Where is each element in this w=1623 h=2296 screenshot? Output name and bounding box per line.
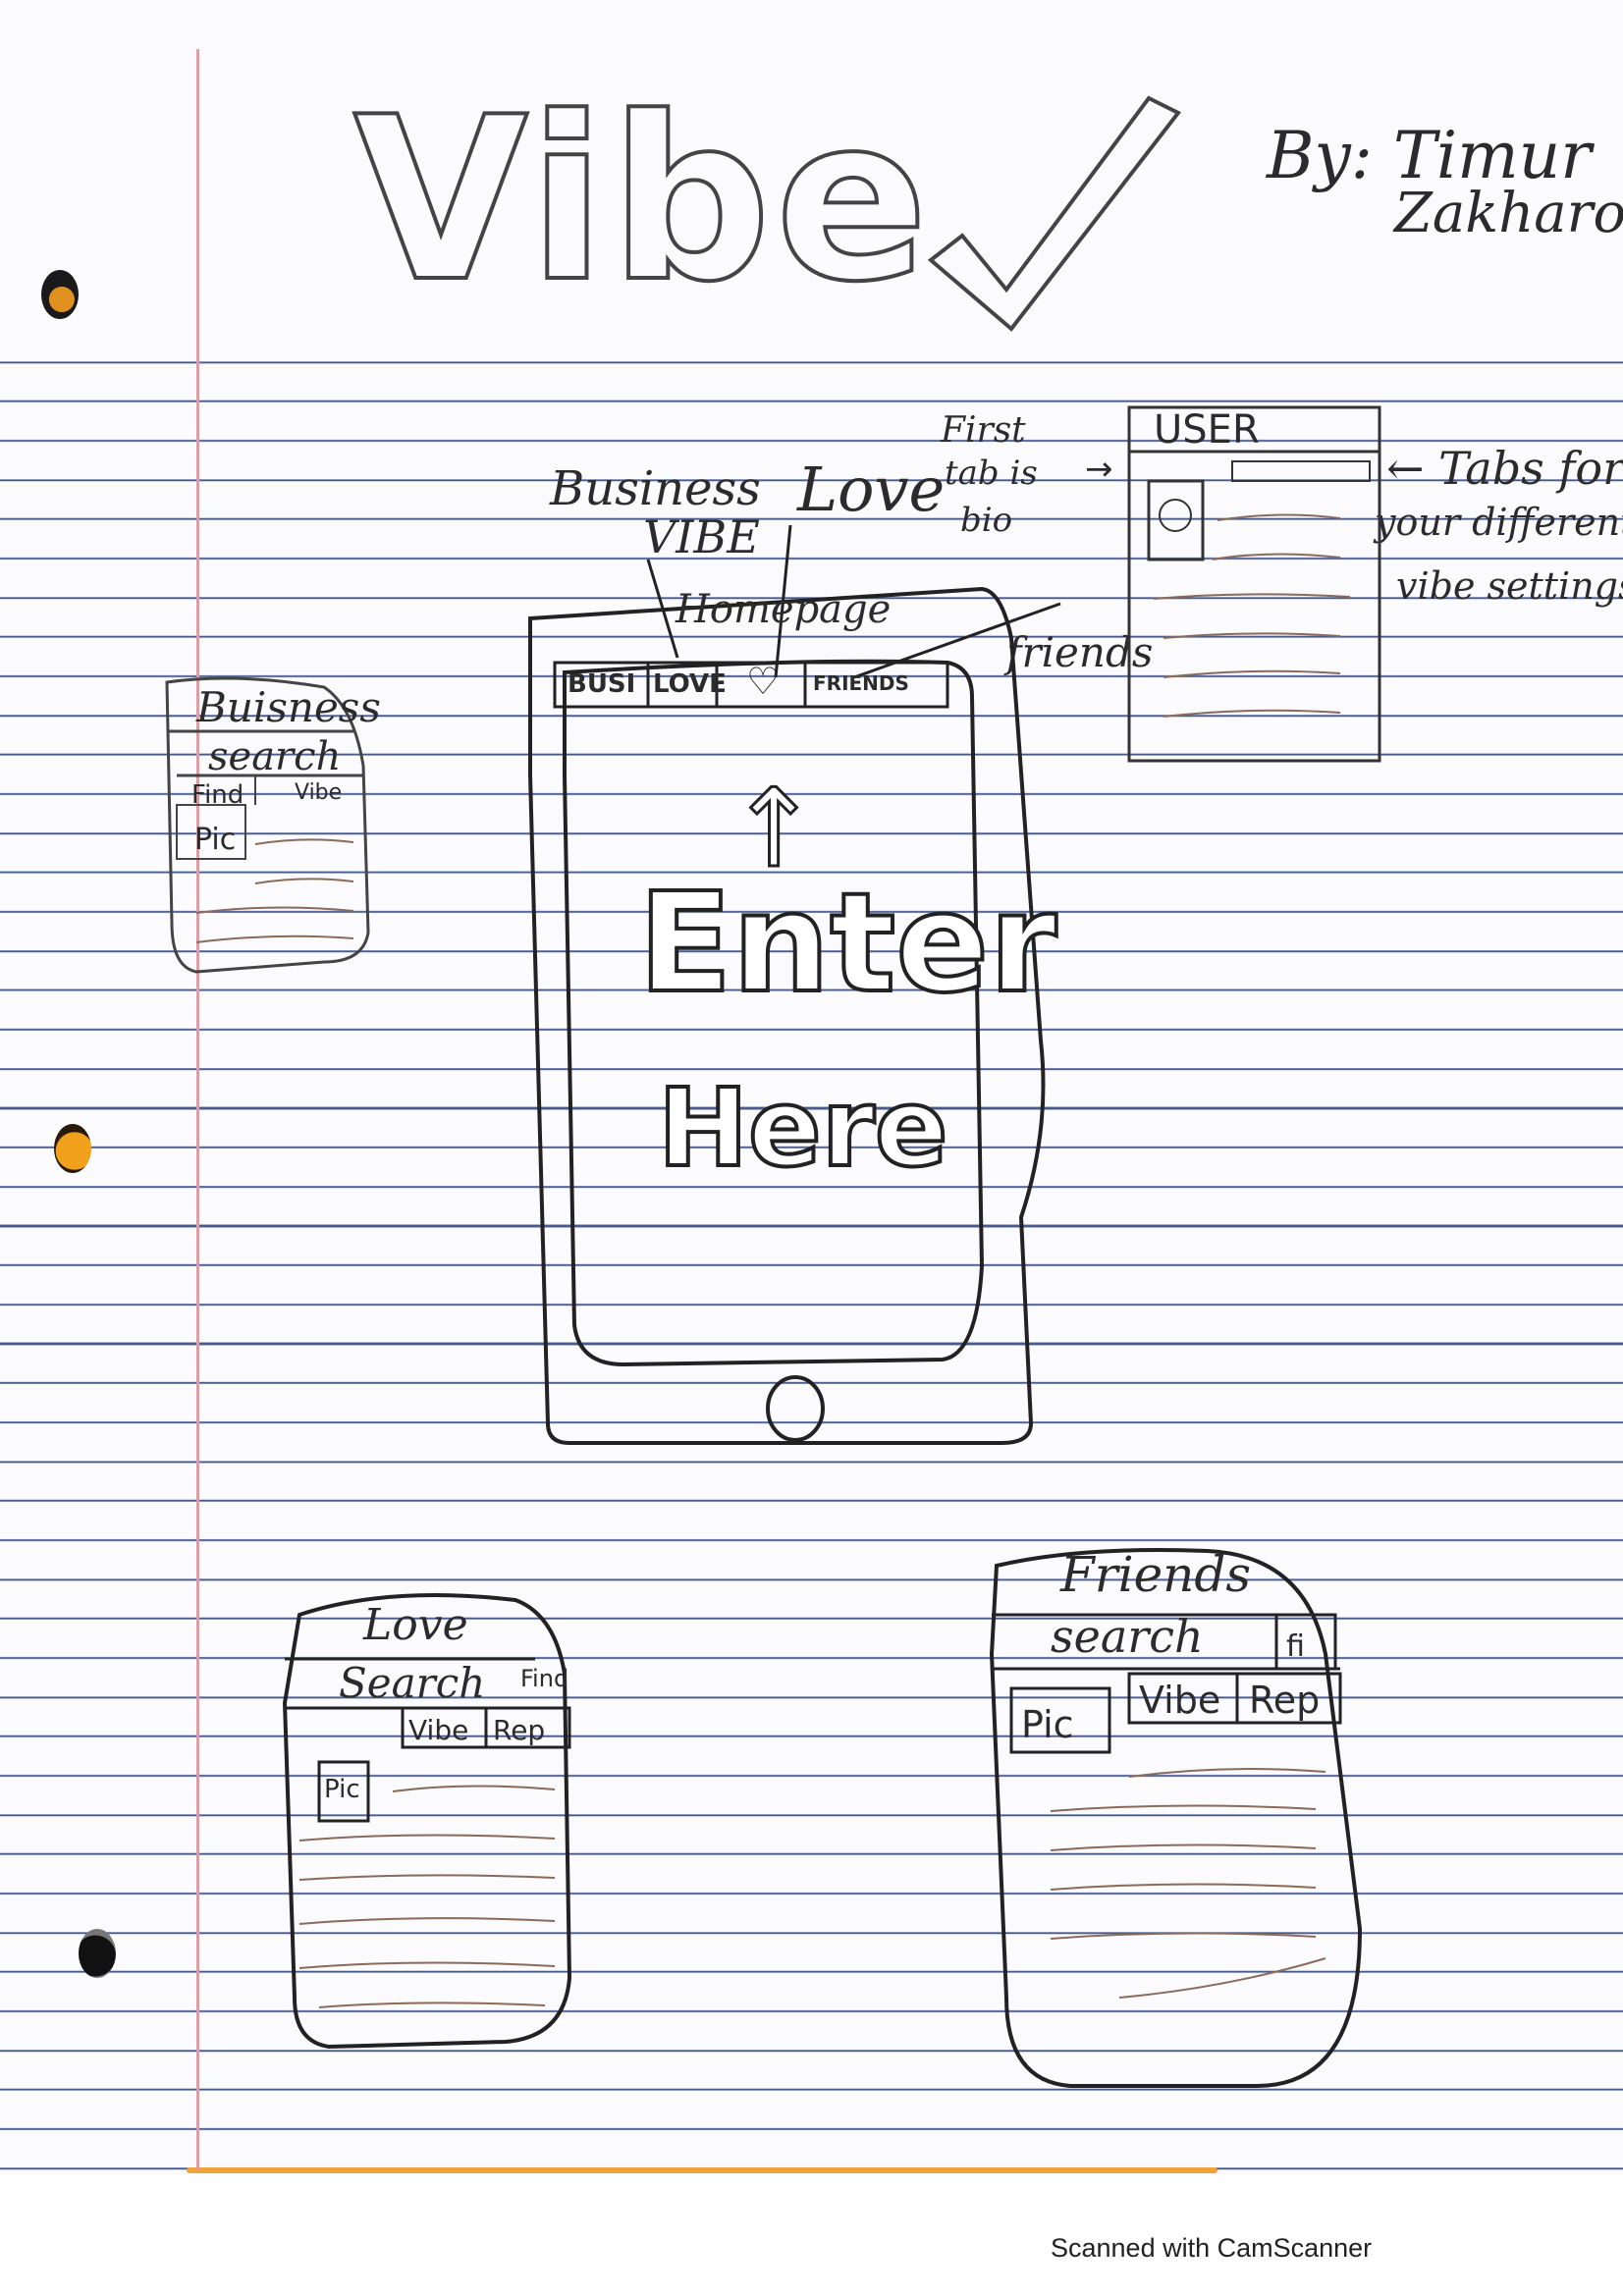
- business-card-pic: Pic: [194, 823, 237, 857]
- friends-card-title: Friends: [1060, 1546, 1252, 1603]
- business-card-title: Buisness: [196, 683, 381, 731]
- tab-love[interactable]: LOVE: [653, 669, 727, 699]
- love-card: [282, 1593, 572, 2050]
- friends-card-vibe[interactable]: Vibe: [1139, 1679, 1220, 1722]
- love-card-vibe[interactable]: Vibe: [408, 1714, 468, 1746]
- friends-card-rep[interactable]: Rep: [1249, 1679, 1320, 1722]
- friends-card-search[interactable]: search: [1051, 1610, 1204, 1663]
- love-card-title: Love: [363, 1600, 468, 1650]
- love-card-rep[interactable]: Rep: [493, 1714, 545, 1746]
- user-card: [1127, 405, 1381, 763]
- business-card-find[interactable]: Find: [191, 780, 243, 810]
- tab-heart[interactable]: ♡: [746, 660, 780, 703]
- love-card-search[interactable]: Search: [339, 1659, 485, 1707]
- scan-caption: Scanned with CamScanner: [1051, 2233, 1373, 2263]
- tab-friends[interactable]: FRIENDS: [813, 671, 909, 695]
- user-card-title: USER: [1154, 407, 1260, 453]
- business-card-vibe[interactable]: Vibe: [295, 780, 342, 805]
- business-card-search[interactable]: search: [208, 734, 341, 779]
- friends-card-find[interactable]: fi: [1286, 1629, 1305, 1664]
- enter-button-line1[interactable]: Enter: [636, 862, 1058, 1026]
- enter-button-line2[interactable]: Here: [656, 1063, 950, 1193]
- love-card-pic: Pic: [324, 1775, 360, 1804]
- love-card-find[interactable]: Find: [520, 1665, 568, 1692]
- homepage-label: Homepage: [676, 587, 892, 632]
- friends-card-pic: Pic: [1021, 1703, 1074, 1746]
- tab-business[interactable]: BUSI: [568, 669, 635, 699]
